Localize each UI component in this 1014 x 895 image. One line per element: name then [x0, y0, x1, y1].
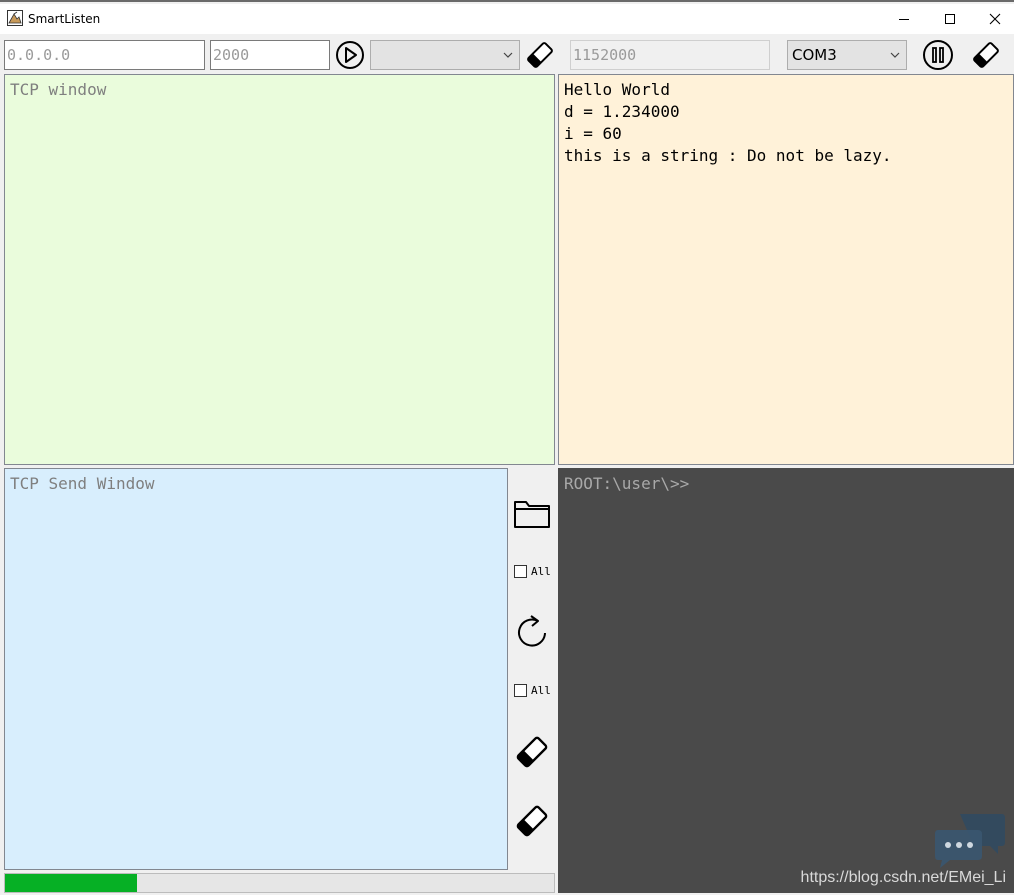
- title-bar: SmartListen: [0, 4, 1014, 34]
- eraser-icon: [527, 42, 553, 68]
- clear-send-button[interactable]: [512, 732, 552, 772]
- pause-button[interactable]: [921, 39, 955, 71]
- ip-address-input[interactable]: 0.0.0.0: [4, 40, 205, 70]
- tcp-window-placeholder: TCP window: [10, 80, 107, 99]
- baud-rate-input[interactable]: 1152000: [570, 40, 770, 70]
- send-all-checkbox[interactable]: [514, 565, 527, 578]
- port-input[interactable]: 2000: [210, 40, 330, 70]
- tcp-send-window[interactable]: TCP Send Window: [4, 468, 508, 870]
- com-port-select-value: COM3: [792, 46, 837, 64]
- progress-bar: [4, 873, 555, 893]
- minimize-icon: [899, 19, 909, 20]
- com-port-select[interactable]: COM3: [787, 40, 907, 70]
- tcp-send-placeholder: TCP Send Window: [10, 474, 155, 493]
- close-button[interactable]: [972, 4, 1014, 34]
- refresh-icon: [518, 615, 546, 647]
- send-all-checkbox-row[interactable]: All: [514, 565, 551, 578]
- clear-serial-button[interactable]: [969, 38, 1003, 72]
- serial-line: Hello World: [564, 80, 670, 99]
- clear-tcp-button[interactable]: [523, 38, 557, 72]
- progress-fill: [5, 874, 137, 892]
- maximize-button[interactable]: [927, 4, 973, 34]
- serial-line: this is a string : Do not be lazy.: [564, 146, 892, 165]
- tcp-receive-window[interactable]: TCP window: [4, 74, 555, 465]
- play-circle-icon: [336, 41, 364, 69]
- minimize-button[interactable]: [881, 4, 927, 34]
- maximize-icon: [945, 14, 955, 24]
- eraser-icon: [973, 42, 999, 68]
- window-title: SmartListen: [28, 12, 101, 26]
- repeat-all-checkbox-row[interactable]: All: [514, 684, 551, 697]
- pause-circle-icon: [923, 40, 953, 70]
- send-all-label: All: [531, 565, 551, 578]
- eraser-icon: [516, 805, 548, 837]
- chevron-down-icon: [503, 52, 513, 58]
- chevron-down-icon: [890, 52, 900, 58]
- folder-icon: [514, 501, 550, 528]
- repeat-all-label: All: [531, 684, 551, 697]
- chat-bubble-icon: [935, 814, 1005, 868]
- tcp-client-select[interactable]: [370, 40, 520, 70]
- close-icon: [989, 13, 1001, 25]
- terminal-prompt: ROOT:\user\>>: [564, 474, 690, 493]
- serial-line: i = 60: [564, 124, 622, 143]
- repeat-send-button[interactable]: [512, 612, 552, 652]
- serial-receive-window[interactable]: Hello World d = 1.234000 i = 60 this is a s…: [558, 74, 1014, 465]
- watermark: https://blog.csdn.net/EMei_Li: [800, 869, 1006, 886]
- open-file-button[interactable]: [512, 496, 552, 532]
- connect-button[interactable]: [334, 40, 366, 70]
- eraser-icon: [516, 736, 548, 768]
- app-window: SmartListen 0.0.0.0 2000 1152000 COM3 TC…: [0, 0, 1014, 895]
- clear-all-button[interactable]: [512, 801, 552, 841]
- repeat-all-checkbox[interactable]: [514, 684, 527, 697]
- serial-line: d = 1.234000: [564, 102, 680, 121]
- app-logo-icon: [7, 10, 23, 26]
